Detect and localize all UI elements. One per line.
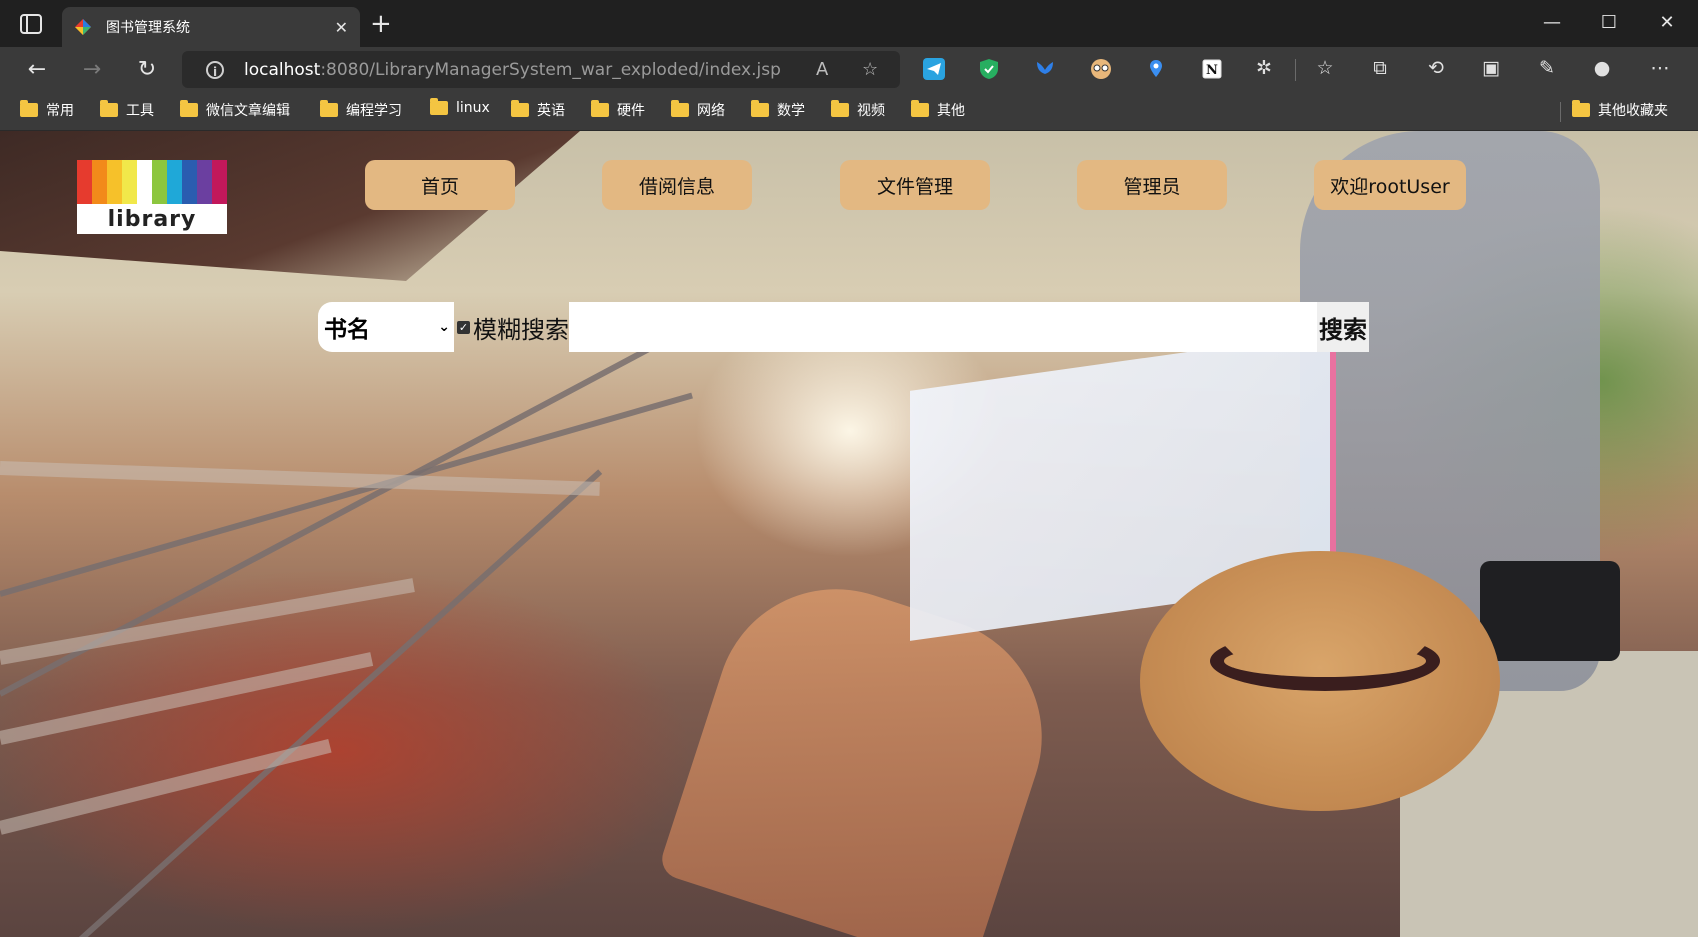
folder-icon	[430, 98, 448, 115]
profile-avatar[interactable]: ●	[1590, 57, 1614, 79]
folder-icon	[591, 100, 609, 117]
reload-button[interactable]: ↻	[134, 57, 160, 83]
bookmark-folder[interactable]: 编程学习	[320, 100, 402, 120]
chevron-down-icon: ⌄	[438, 319, 450, 335]
nav-admin-button[interactable]: 管理员	[1077, 160, 1227, 210]
folder-icon	[671, 100, 689, 117]
logo-stripe	[92, 160, 107, 204]
nav-file-management-button[interactable]: 文件管理	[840, 160, 990, 210]
favorites-icon[interactable]: ☆	[1313, 57, 1337, 79]
new-tab-button[interactable]: +	[370, 10, 392, 38]
logo-stripe	[182, 160, 197, 204]
history-icon[interactable]: ⟲	[1424, 57, 1448, 79]
tab-actions-icon[interactable]	[20, 14, 42, 34]
logo-stripe	[122, 160, 137, 204]
logo-text: library	[107, 207, 197, 232]
location-extension-icon[interactable]	[1144, 57, 1168, 81]
bookmark-folder[interactable]: 视频	[831, 100, 885, 120]
rail-tie-decoration	[0, 578, 415, 665]
folder-icon	[1572, 100, 1590, 117]
site-info-icon[interactable]: i	[206, 60, 224, 79]
more-menu-icon[interactable]: ⋯	[1648, 57, 1672, 79]
tab-title: 图书管理系统	[106, 20, 190, 36]
bluesky-extension-icon[interactable]	[1033, 57, 1057, 81]
bookmark-folder[interactable]: 硬件	[591, 100, 645, 120]
folder-icon	[751, 100, 769, 117]
extensions-puzzle-icon[interactable]: ✲	[1252, 57, 1276, 79]
nav-home-button[interactable]: 首页	[365, 160, 515, 210]
performance-icon[interactable]: ✎	[1535, 57, 1559, 79]
read-aloud-icon[interactable]: A	[816, 59, 828, 80]
bookmark-folder[interactable]: 常用	[20, 100, 74, 120]
close-window-button[interactable]: ✕	[1655, 12, 1679, 33]
browser-toolbar: ← → ↻ i localhost:8080/LibraryManagerSys…	[0, 47, 1698, 92]
shield-extension-icon[interactable]	[977, 57, 1001, 81]
math-solver-icon[interactable]: ▣	[1479, 57, 1503, 79]
folder-icon	[511, 100, 529, 117]
toolbar-separator	[1295, 59, 1296, 81]
bookmark-folder[interactable]: linux	[430, 98, 490, 116]
camera-decoration	[1480, 561, 1620, 661]
forward-button[interactable]: →	[79, 57, 105, 83]
bookmark-folder[interactable]: 工具	[100, 100, 154, 120]
fuzzy-search-checkbox[interactable]: ✓	[457, 320, 470, 334]
telegram-extension-icon[interactable]	[922, 57, 946, 81]
folder-icon	[831, 100, 849, 117]
active-tab[interactable]: 图书管理系统 ✕	[62, 7, 360, 47]
library-logo[interactable]: library	[77, 160, 227, 234]
bookmark-folder[interactable]: 数学	[751, 100, 805, 120]
maximize-button[interactable]: ☐	[1597, 12, 1621, 33]
page-content: library 首页 借阅信息 文件管理 管理员 欢迎rootUser 书名 ⌄…	[0, 131, 1698, 937]
bookmark-folder[interactable]: 微信文章编辑	[180, 100, 290, 120]
logo-stripe	[197, 160, 212, 204]
search-form: 书名 ⌄ ✓ 模糊搜索 搜索	[318, 302, 1369, 352]
search-field-value: 书名	[324, 317, 370, 343]
logo-stripe	[107, 160, 122, 204]
search-field-select[interactable]: 书名 ⌄	[318, 302, 454, 352]
folder-icon	[180, 100, 198, 117]
folder-icon	[320, 100, 338, 117]
add-favorite-icon[interactable]: ☆	[862, 59, 878, 80]
bookmarks-bar: 常用 工具 微信文章编辑 编程学习 linux 英语 硬件 网络 数学 视频 其…	[0, 92, 1698, 131]
back-button[interactable]: ←	[24, 57, 50, 83]
folder-icon	[911, 100, 929, 117]
folder-icon	[20, 100, 38, 117]
fuzzy-search-label[interactable]: 模糊搜索	[473, 310, 569, 345]
minimize-button[interactable]: —	[1540, 12, 1564, 33]
hat-band-decoration	[1210, 631, 1440, 691]
address-bar[interactable]: i localhost:8080/LibraryManagerSystem_wa…	[182, 51, 900, 88]
other-favorites-folder[interactable]: 其他收藏夹	[1572, 100, 1668, 120]
svg-text:N: N	[1206, 63, 1218, 78]
logo-stripe	[212, 160, 227, 204]
logo-stripe	[167, 160, 182, 204]
search-button[interactable]: 搜索	[1317, 302, 1369, 352]
browser-tab-strip: 图书管理系统 ✕ + — ☐ ✕	[0, 0, 1698, 47]
url-text[interactable]: localhost:8080/LibraryManagerSystem_war_…	[244, 60, 781, 80]
collections-icon[interactable]: ⧉	[1368, 57, 1392, 79]
bookmark-folder[interactable]: 英语	[511, 100, 565, 120]
logo-stripes	[77, 160, 227, 204]
notion-extension-icon[interactable]: N	[1200, 57, 1224, 81]
bookmark-folder[interactable]: 网络	[671, 100, 725, 120]
logo-stripe	[152, 160, 167, 204]
tab-close-icon[interactable]: ✕	[335, 18, 348, 37]
logo-stripe	[77, 160, 92, 204]
welcome-user-button[interactable]: 欢迎rootUser	[1314, 160, 1466, 210]
avatar-extension-icon[interactable]	[1089, 57, 1113, 81]
tab-favicon-icon	[75, 19, 91, 35]
rail-tie-decoration	[0, 738, 332, 835]
bookmarks-separator	[1560, 102, 1561, 122]
folder-icon	[100, 100, 118, 117]
nav-borrow-info-button[interactable]: 借阅信息	[602, 160, 752, 210]
platform-decoration	[0, 461, 600, 496]
bookmark-folder[interactable]: 其他	[911, 100, 965, 120]
search-input[interactable]	[569, 302, 1317, 352]
logo-stripe	[137, 160, 152, 204]
